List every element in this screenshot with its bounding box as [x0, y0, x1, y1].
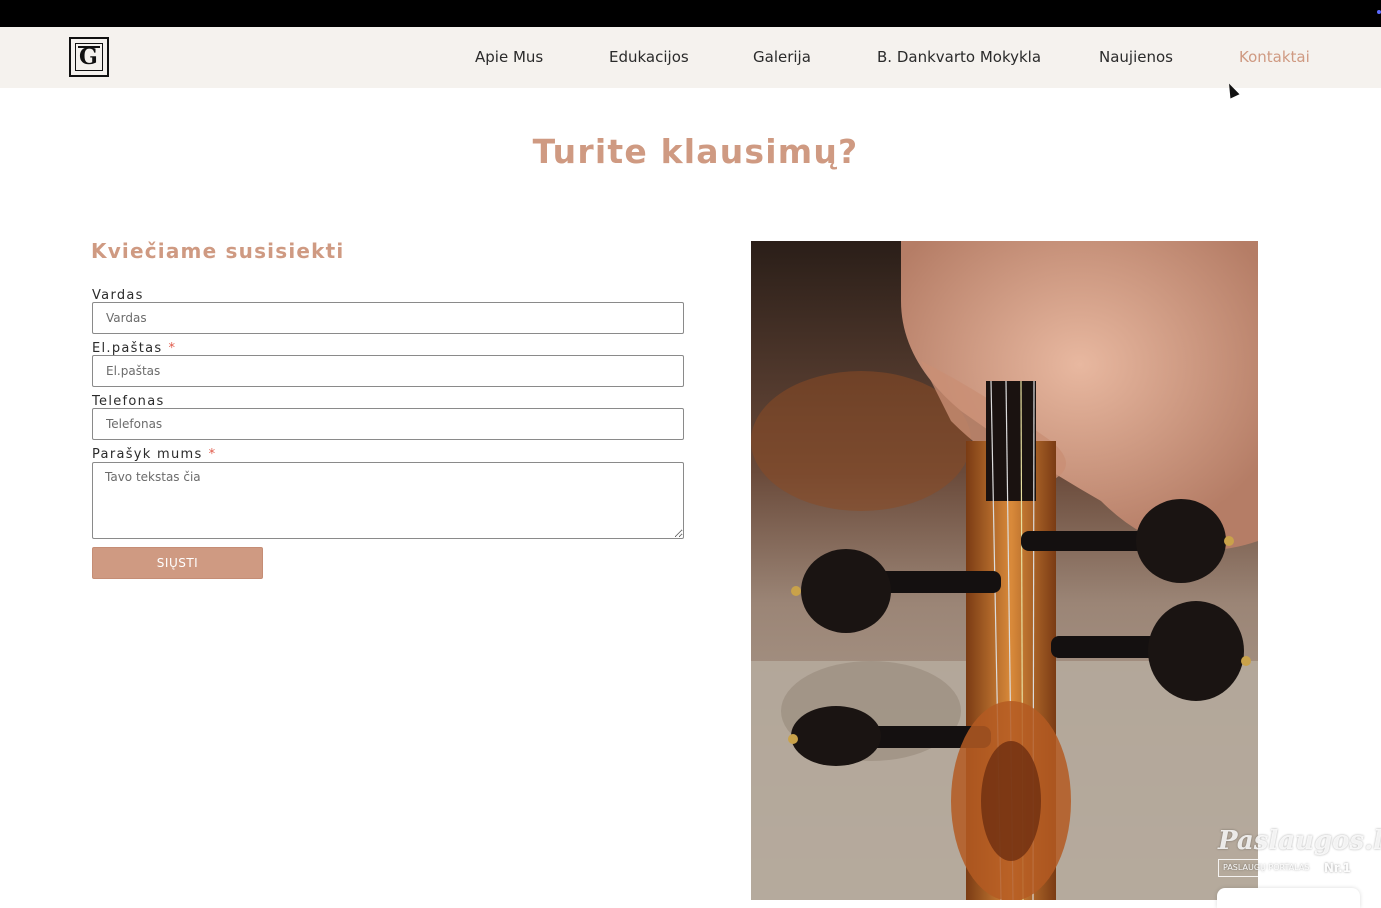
- top-bar: [0, 0, 1381, 27]
- badge-brand: Paslaugos.lt: [1218, 826, 1381, 856]
- message-label: Parašyk mums *: [92, 447, 216, 463]
- chat-widget-tab[interactable]: [1217, 888, 1360, 908]
- badge-tagline: PASLAUGŲ PORTALAS: [1223, 863, 1310, 872]
- nav-item-naujienos[interactable]: Naujienos: [1099, 47, 1173, 67]
- name-label-text: Vardas: [92, 288, 144, 303]
- badge-tagline-box: PASLAUGŲ PORTALAS Nr.1: [1218, 859, 1356, 877]
- name-input[interactable]: [92, 302, 684, 334]
- nav-item-galerija[interactable]: Galerija: [753, 47, 811, 67]
- phone-input[interactable]: [92, 408, 684, 440]
- form-heading: Kviečiame susisiekti: [91, 239, 345, 263]
- required-mark: *: [168, 341, 177, 356]
- phone-label-text: Telefonas: [92, 394, 165, 409]
- logo-letter: G: [79, 44, 98, 70]
- email-label-text: El.paštas: [92, 341, 163, 356]
- nav-item-kontaktai[interactable]: Kontaktai: [1239, 47, 1310, 67]
- message-label-text: Parašyk mums: [92, 447, 203, 462]
- nav-item-apie-mus[interactable]: Apie Mus: [475, 47, 543, 67]
- site-header: G Apie Mus Edukacijos Galerija B. Dankva…: [0, 27, 1381, 88]
- page-title: Turite klausimų?: [532, 132, 859, 171]
- message-textarea[interactable]: [92, 462, 684, 539]
- paslaugos-badge[interactable]: Paslaugos.lt PASLAUGŲ PORTALAS Nr.1: [1216, 826, 1381, 880]
- email-input[interactable]: [92, 355, 684, 387]
- required-mark: *: [208, 447, 217, 462]
- badge-rank: Nr.1: [1323, 861, 1351, 875]
- nav-item-edukacijos[interactable]: Edukacijos: [609, 47, 689, 67]
- violin-photo: [751, 241, 1258, 900]
- violin-scroll-pegbox-photo: [751, 241, 1258, 900]
- site-logo[interactable]: G: [69, 37, 109, 77]
- submit-button[interactable]: SIŲSTI: [92, 547, 263, 579]
- status-dot: [1377, 10, 1381, 14]
- nav-item-mokykla[interactable]: B. Dankvarto Mokykla: [877, 47, 1041, 67]
